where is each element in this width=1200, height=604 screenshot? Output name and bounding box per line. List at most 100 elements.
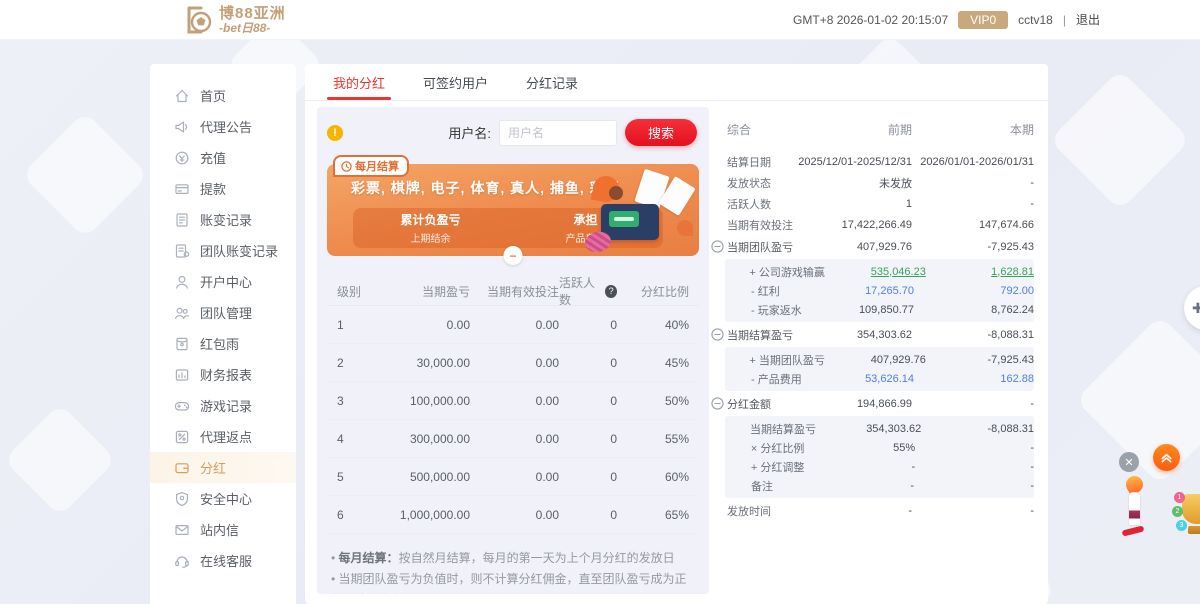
rank-1-badge: 1: [1174, 492, 1185, 503]
settlement-summary-panel: 综合 前期 本期 结算日期 2025/12/01-2025/12/31 2026/01/0…: [709, 107, 1046, 604]
brand-logo[interactable]: 博88亚洲 -bet日88-: [185, 6, 286, 34]
floating-service-button[interactable]: ✚: [1184, 286, 1200, 330]
summary-header-previous: 前期: [887, 123, 912, 137]
table-row: 5 500,000.00 0.00 0 60%: [327, 458, 699, 496]
deposit-icon: [174, 150, 190, 166]
back-to-top-button[interactable]: [1153, 444, 1180, 471]
summary-row: 备注 - -: [725, 476, 1034, 495]
summary-row-label: 当期结算盈亏: [727, 329, 793, 342]
sidebar-item-label: 首页: [200, 89, 227, 104]
server-time: GMT+8 2026-01-02 20:15:07: [793, 12, 949, 27]
sidebar-item-team-account-records[interactable]: 团队账变记录: [150, 235, 296, 266]
table-row: 1 0.00 0.00 0 40%: [327, 306, 699, 344]
banner-collapse-toggle[interactable]: −: [503, 246, 523, 265]
table-cell: 300,000.00: [409, 431, 470, 446]
summary-current-value: -7,925.43: [987, 240, 1034, 253]
summary-current-value: 147,674.66: [978, 218, 1034, 231]
table-cell: 0.00: [535, 431, 559, 446]
sidebar-item-open-account[interactable]: 开户中心: [150, 266, 296, 297]
table-cell: 0: [610, 469, 617, 484]
open-account-icon: [174, 274, 190, 290]
sidebar-item-label: 站内信: [200, 523, 240, 538]
summary-row: × 分红比例 55% -: [725, 438, 1034, 457]
banner-tag-label: 每月结算: [355, 161, 399, 173]
warning-icon[interactable]: !: [327, 124, 343, 141]
summary-previous-value[interactable]: 535,046.23: [825, 266, 926, 278]
sidebar-item-agent-rebate[interactable]: 代理返点: [150, 421, 296, 452]
table-cell: 0: [610, 317, 617, 332]
username-label: 用户名:: [448, 126, 491, 141]
summary-row: 当期团队盈亏 407,929.76 -7,925.43: [711, 237, 1034, 256]
sidebar-item-finance-report[interactable]: 财务报表: [150, 359, 296, 390]
summary-current-value[interactable]: 1,628.81: [926, 266, 1034, 278]
summary-row-label: 分红金额: [727, 398, 771, 411]
sidebar-item-dividend[interactable]: 分红: [150, 452, 296, 483]
sidebar-item-label: 安全中心: [200, 492, 253, 507]
summary-previous-value: -: [910, 479, 914, 492]
table-cell: 0.00: [535, 355, 559, 370]
summary-previous-value: 109,850.77: [858, 303, 914, 316]
sidebar-item-label: 游戏记录: [200, 399, 253, 414]
tab-2[interactable]: 可签约用户: [423, 64, 488, 100]
collapse-minus-icon[interactable]: [711, 240, 727, 253]
banner-left-title: 累计负盈亏: [400, 213, 461, 227]
banner-left-sub: 上期结余: [410, 234, 451, 245]
tab-bar: 我的分红 可签约用户 分红记录: [305, 64, 1048, 101]
summary-previous-value: -: [908, 504, 912, 517]
sidebar-item-team-manage[interactable]: 团队管理: [150, 297, 296, 328]
withdraw-icon: [174, 181, 190, 197]
summary-previous-value: 53,626.14: [865, 372, 914, 385]
sidebar-item-security-center[interactable]: 安全中心: [150, 483, 296, 514]
logo-title: 博88亚洲: [219, 4, 286, 22]
table-cell: 100,000.00: [409, 393, 470, 408]
diamond-decoration: [1049, 69, 1191, 211]
mascot-promo[interactable]: [1118, 473, 1152, 542]
tab-1[interactable]: 我的分红: [326, 64, 392, 100]
help-icon[interactable]: ?: [605, 284, 617, 298]
sidebar-item-online-service[interactable]: 在线客服: [150, 545, 296, 576]
summary-row: 结算日期 2025/12/01-2025/12/31 2026/01/01-2026…: [711, 152, 1034, 171]
dividend-icon: [174, 460, 190, 476]
summary-previous-value: -: [911, 460, 916, 473]
summary-current-value: 8,762.24: [991, 303, 1034, 316]
collapse-minus-icon[interactable]: [711, 328, 727, 341]
sidebar-item-home[interactable]: 首页: [150, 80, 296, 111]
sidebar-item-mail[interactable]: 站内信: [150, 514, 296, 545]
banner-illustration: [583, 168, 696, 255]
soccer-ball-icon: [187, 6, 212, 33]
collapse-minus-icon[interactable]: [711, 397, 727, 410]
table-cell: 0.00: [535, 507, 559, 522]
team-manage-icon: [174, 305, 190, 321]
team-account-records-icon: [174, 243, 190, 259]
summary-row: 分红金额 194,866.99 -: [711, 394, 1034, 413]
table-cell: 1,000,000.00: [399, 507, 470, 522]
search-row: ! 用户名: 搜索: [317, 107, 709, 150]
summary-row-label: × 分红比例: [750, 442, 805, 455]
top-header: 博88亚洲 -bet日88- GMT+8 2026-01-02 20:15:07…: [0, 0, 1200, 40]
sidebar-item-game-records[interactable]: 游戏记录: [150, 390, 296, 421]
close-promo-button[interactable]: ✕: [1119, 452, 1139, 472]
sidebar-item-announcement[interactable]: 代理公告: [150, 111, 296, 142]
table-cell: 50%: [664, 393, 689, 408]
sidebar-item-account-records[interactable]: 账变记录: [150, 204, 296, 235]
search-button[interactable]: 搜索: [625, 119, 697, 146]
summary-previous-value: 1: [905, 197, 912, 210]
tab-3[interactable]: 分红记录: [526, 64, 578, 100]
summary-sub-group: + 当期团队盈亏 407,929.76 -7,925.43 - 产品费用 53,626.…: [725, 347, 1034, 391]
username-input[interactable]: [499, 119, 617, 146]
summary-previous-value: 407,929.76: [870, 353, 926, 366]
summary-row: + 当期团队盈亏 407,929.76 -7,925.43: [725, 350, 1034, 369]
note-lead: 每月结算：: [338, 551, 399, 565]
summary-row: 当期有效投注 17,422,266.49 147,674.66: [711, 215, 1034, 234]
trophy-promo[interactable]: 1 2 3: [1172, 490, 1200, 540]
summary-current-value: -8,088.31: [987, 328, 1034, 341]
diamond-decoration: [3, 403, 117, 517]
summary-current-value: -: [1030, 479, 1034, 492]
mail-icon: [174, 522, 190, 538]
sidebar-item-deposit[interactable]: 充值: [150, 142, 296, 173]
sidebar-item-red-packet[interactable]: 红包雨: [150, 328, 296, 359]
sidebar-item-withdraw[interactable]: 提款: [150, 173, 296, 204]
logout-link[interactable]: 退出: [1076, 11, 1100, 28]
divider: |: [1062, 12, 1066, 27]
summary-header-overall: 综合: [727, 123, 752, 137]
